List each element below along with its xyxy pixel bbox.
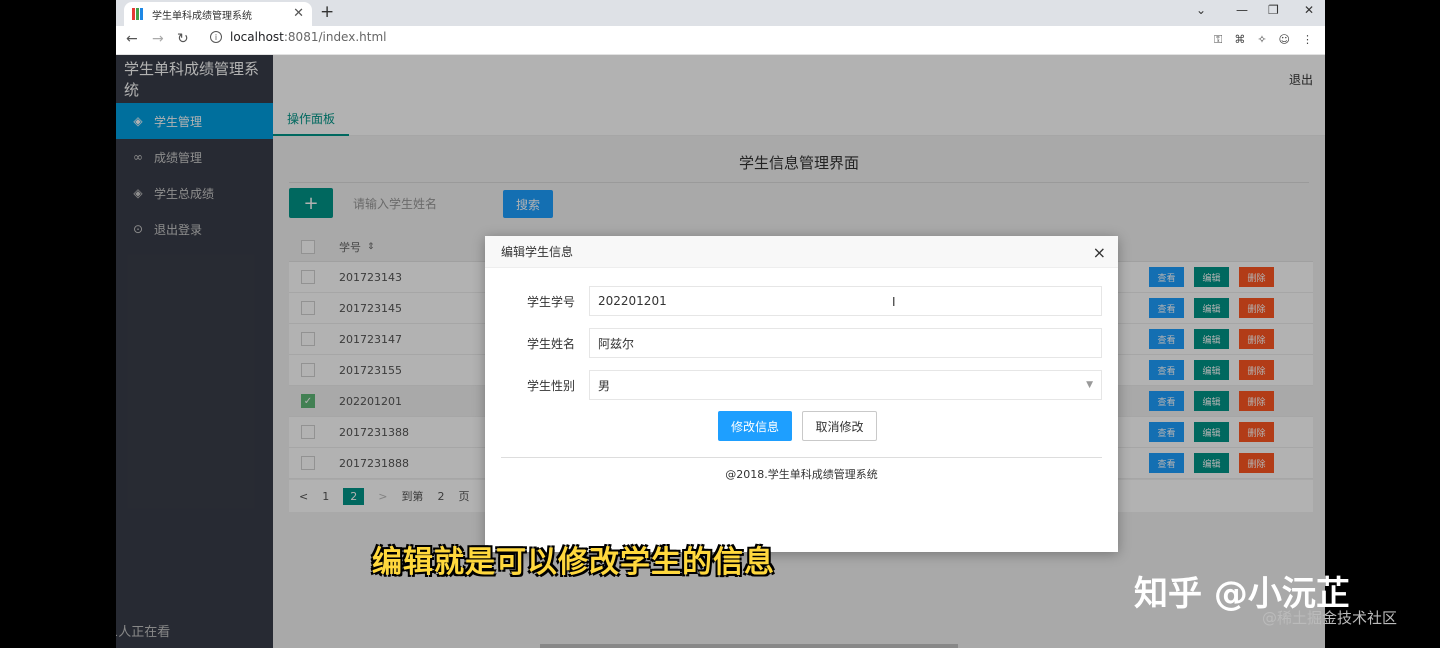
url-host: localhost — [230, 30, 284, 44]
url-field[interactable]: i localhost:8081/index.html — [210, 30, 386, 44]
extensions-icon[interactable]: ✧ — [1257, 33, 1266, 47]
copyright-footer: @2018.学生单科成绩管理系统 — [725, 468, 878, 481]
forward-icon[interactable]: → — [152, 31, 164, 47]
student-name-label: 学生姓名 — [526, 337, 575, 351]
edit-student-dialog: 编辑学生信息 × 学生学号 202201201 I 学生姓名 阿兹尔 学生性别 … — [485, 236, 1118, 552]
student-name-value: 阿兹尔 — [598, 336, 635, 351]
translate-icon[interactable]: ⌘ — [1234, 33, 1245, 47]
divider — [501, 457, 1102, 458]
key-icon[interactable]: ⚿ — [1214, 33, 1222, 47]
new-tab-icon[interactable]: + — [320, 2, 334, 22]
minimize-icon[interactable]: — — [1236, 3, 1248, 17]
student-name-field: 学生姓名 阿兹尔 — [485, 328, 1118, 358]
student-id-field: 学生学号 202201201 I — [485, 286, 1118, 316]
browser-tab[interactable]: 学生单科成绩管理系统 ✕ — [124, 2, 312, 26]
back-icon[interactable]: ← — [126, 31, 138, 47]
tab-search-chevron-icon[interactable]: ⌄ — [1196, 3, 1206, 17]
maximize-icon[interactable]: ❐ — [1268, 3, 1279, 17]
video-progress-bar[interactable] — [540, 644, 958, 648]
submit-edit-button[interactable]: 修改信息 — [718, 411, 792, 441]
reload-icon[interactable]: ↻ — [177, 31, 189, 47]
browser-tabbar: 学生单科成绩管理系统 ✕ + ⌄ — ❐ ✕ — [116, 0, 1325, 26]
cancel-edit-button[interactable]: 取消修改 — [802, 411, 877, 441]
menu-icon[interactable]: ⋮ — [1302, 33, 1313, 47]
profile-icon[interactable]: ☺ — [1279, 33, 1290, 47]
student-gender-field: 学生性别 男 ▼ — [485, 370, 1118, 400]
browser-toolbar-icons: ⚿ ⌘ ✧ ☺ ⋮ — [1214, 33, 1313, 47]
student-id-value: 202201201 — [598, 294, 667, 308]
site-info-icon[interactable]: i — [210, 31, 222, 43]
student-name-input[interactable]: 阿兹尔 — [589, 328, 1102, 358]
viewer-count: 1人正在看 — [116, 625, 171, 640]
text-cursor-icon: I — [892, 295, 896, 309]
address-bar: ← → ↻ i localhost:8081/index.html ⚿ ⌘ ✧ … — [116, 26, 1325, 55]
student-gender-value: 男 — [598, 378, 611, 393]
student-gender-label: 学生性别 — [526, 379, 575, 393]
chevron-down-icon: ▼ — [1086, 380, 1093, 390]
app-favicon-icon — [132, 8, 144, 20]
tab-close-icon[interactable]: ✕ — [293, 6, 304, 21]
student-id-input[interactable]: 202201201 I — [589, 286, 1102, 316]
close-icon[interactable]: × — [1093, 243, 1106, 262]
video-subtitle: 编辑就是可以修改学生的信息 — [372, 545, 775, 580]
tab-title: 学生单科成绩管理系统 — [152, 10, 252, 22]
juejin-watermark: @稀土掘金技术社区 — [1262, 609, 1398, 627]
student-gender-select[interactable]: 男 ▼ — [589, 370, 1102, 400]
window-close-icon[interactable]: ✕ — [1304, 3, 1314, 17]
student-id-label: 学生学号 — [526, 295, 575, 309]
dialog-title: 编辑学生信息 — [485, 236, 1118, 268]
url-path: :8081/index.html — [283, 30, 387, 44]
